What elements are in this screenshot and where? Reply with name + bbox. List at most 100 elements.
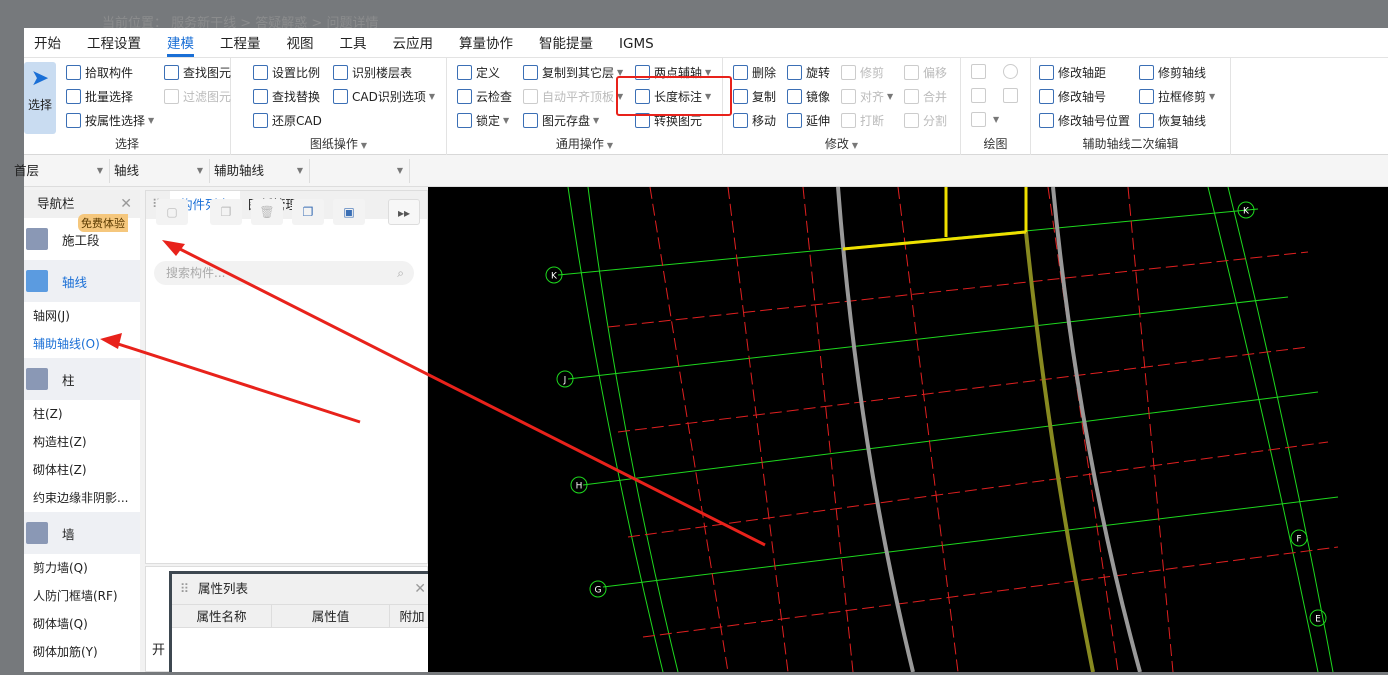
- move-button[interactable]: 移动: [733, 112, 776, 129]
- drag-handle-icon[interactable]: ⠿: [180, 574, 189, 604]
- find-replace-button[interactable]: 查找替换: [253, 88, 320, 105]
- box-trim-button[interactable]: 拉框修剪 ▼: [1139, 88, 1215, 105]
- offset-button[interactable]: 偏移: [904, 64, 947, 81]
- component-select[interactable]: ▼: [310, 159, 410, 183]
- save-component-button[interactable]: ▣: [333, 199, 365, 225]
- menu-quantity[interactable]: 工程量: [220, 28, 261, 57]
- modify-axis-number-position-button[interactable]: 修改轴号位置: [1039, 112, 1130, 129]
- close-icon[interactable]: ✕: [414, 574, 426, 604]
- copy-icon: ❐: [220, 205, 232, 219]
- axis-position-icon: [1039, 113, 1054, 128]
- extend-button[interactable]: 延伸: [787, 112, 830, 129]
- copy-layer-icon: [523, 65, 538, 80]
- free-trial-badge[interactable]: 免费体验: [78, 214, 128, 232]
- nav-item-aux-axis[interactable]: 辅助轴线(O): [24, 330, 140, 358]
- lock-icon: [457, 113, 472, 128]
- nav-item[interactable]: 人防门框墙(RF): [24, 582, 140, 610]
- group-label: 修改 ▼: [824, 137, 859, 151]
- menu-view[interactable]: 视图: [287, 28, 314, 57]
- nav-item-grid[interactable]: 轴网(J): [24, 302, 140, 330]
- define-icon: [457, 65, 472, 80]
- menu-igms[interactable]: IGMS: [619, 28, 654, 57]
- nav-category-wall[interactable]: 墙: [24, 512, 140, 554]
- component-panel: ⠿ 构件列表 图纸管理 ✕ ▢ ❐ 🗑 ❐ ▣ ▸▸ 搜索构件...⌕: [145, 190, 428, 564]
- align-button[interactable]: 对齐 ▼: [841, 88, 893, 105]
- restore-cad-button[interactable]: 还原CAD: [253, 112, 322, 129]
- define-button[interactable]: 定义: [457, 64, 500, 81]
- menu-cloud[interactable]: 云应用: [393, 28, 434, 57]
- copy-to-layer-button[interactable]: 复制到其它层 ▼: [523, 64, 623, 81]
- batch-select-button[interactable]: 批量选择: [66, 88, 133, 105]
- new-component-button[interactable]: ▢: [156, 199, 188, 225]
- nav-category-axis[interactable]: 轴线: [24, 260, 140, 302]
- search-input[interactable]: 搜索构件... ⌕: [154, 261, 414, 285]
- rect-tool[interactable]: [1003, 88, 1022, 103]
- more-button[interactable]: ▸▸: [388, 199, 420, 225]
- nav-item[interactable]: 砌体加筋(Y): [24, 638, 140, 666]
- auto-align-slab-button[interactable]: 自动平齐顶板 ▼: [523, 88, 623, 105]
- grid-icon: [26, 270, 48, 292]
- cloud-check-button[interactable]: 云检查: [457, 88, 512, 105]
- trim-button[interactable]: 修剪: [841, 64, 884, 81]
- properties-panel: ⠿ 属性列表 ✕ 属性名称 属性值 附加: [169, 571, 437, 672]
- menu-smart[interactable]: 智能提量: [539, 28, 593, 57]
- cloud-icon: [457, 89, 472, 104]
- set-scale-button[interactable]: 设置比例: [253, 64, 320, 81]
- category-select[interactable]: 轴线 ▼: [110, 159, 210, 183]
- copy-component-button[interactable]: ❐: [210, 199, 242, 225]
- nav-item[interactable]: 剪力墙(Q): [24, 554, 140, 582]
- nav-item[interactable]: 砌体墙(Q): [24, 610, 140, 638]
- menu-tools[interactable]: 工具: [340, 28, 367, 57]
- menu-collab[interactable]: 算量协作: [459, 28, 513, 57]
- select-button[interactable]: ➤ 选择: [24, 62, 56, 134]
- nav-item[interactable]: 构造柱(Z): [24, 428, 140, 456]
- restore-axis-button[interactable]: 恢复轴线: [1139, 112, 1206, 129]
- cad-canvas[interactable]: K J H G K F E: [428, 186, 1388, 673]
- find-element-button[interactable]: 查找图元: [164, 64, 231, 81]
- menu-project-settings[interactable]: 工程设置: [87, 28, 141, 57]
- cad-drawing[interactable]: K J H G K F E: [428, 186, 1388, 673]
- nav-title: 导航栏: [37, 196, 75, 211]
- filter-element-button[interactable]: 过滤图元: [164, 88, 231, 105]
- app-window: 开始 工程设置 建模 工程量 视图 工具 云应用 算量协作 智能提量 IGMS …: [14, 28, 1388, 673]
- rotate-button[interactable]: 旋转: [787, 64, 830, 81]
- menu-start[interactable]: 开始: [34, 28, 61, 57]
- floor-select[interactable]: 首层 ▼: [10, 159, 110, 183]
- arc-icon: [971, 112, 986, 127]
- merge-button[interactable]: 合并: [904, 88, 947, 105]
- modify-axis-distance-button[interactable]: 修改轴距: [1039, 64, 1106, 81]
- list-icon: [66, 113, 81, 128]
- select-by-attr-button[interactable]: 按属性选择 ▼: [66, 112, 154, 129]
- delete-button[interactable]: 删除: [733, 64, 776, 81]
- navigation-panel: 导航栏 ✕ 施工段 免费体验 轴线 轴网(J) 辅助轴线(O) 柱 柱(Z) 构造柱…: [24, 190, 140, 672]
- copy-button[interactable]: 复制: [733, 88, 776, 105]
- split-button[interactable]: 分割: [904, 112, 947, 129]
- identify-floor-table-button[interactable]: 识别楼层表: [333, 64, 412, 81]
- delete-component-button[interactable]: 🗑: [251, 199, 283, 225]
- lock-button[interactable]: 锁定 ▼: [457, 112, 509, 129]
- layer-copy-button[interactable]: ❐: [292, 199, 324, 225]
- arc-tool[interactable]: ▼: [971, 112, 999, 127]
- align-icon: [841, 89, 856, 104]
- group-drawing: 设置比例 查找替换 还原CAD 识别楼层表 CAD识别选项 ▼ 图纸操作 ▼: [231, 58, 447, 156]
- axis-distance-icon: [1039, 65, 1054, 80]
- break-button[interactable]: 打断: [841, 112, 884, 129]
- point-tool[interactable]: [971, 64, 990, 79]
- nav-item[interactable]: 约束边缘非阴影...: [24, 484, 140, 512]
- mirror-button[interactable]: 镜像: [787, 88, 830, 105]
- type-select[interactable]: 辅助轴线 ▼: [210, 159, 310, 183]
- circle-tool[interactable]: [1003, 64, 1022, 79]
- pick-component-button[interactable]: 拾取构件: [66, 64, 133, 81]
- nav-category-section[interactable]: 施工段 免费体验: [24, 214, 140, 260]
- nav-category-column[interactable]: 柱: [24, 358, 140, 400]
- modify-axis-number-button[interactable]: 修改轴号: [1039, 88, 1106, 105]
- menu-modeling[interactable]: 建模: [167, 28, 194, 57]
- line-tool[interactable]: [971, 88, 990, 103]
- nav-item[interactable]: 砌体柱(Z): [24, 456, 140, 484]
- trim-axis-button[interactable]: 修剪轴线: [1139, 64, 1206, 81]
- nav-item[interactable]: 柱(Z): [24, 400, 140, 428]
- save-element-button[interactable]: 图元存盘 ▼: [523, 112, 599, 129]
- pen-icon: [1039, 89, 1054, 104]
- group-modify: 删除 复制 移动 旋转 镜像 延伸 修剪 对齐 ▼ 打断 偏移 合并 分割 修改 ▼: [723, 58, 961, 156]
- cad-options-button[interactable]: CAD识别选项 ▼: [333, 88, 435, 105]
